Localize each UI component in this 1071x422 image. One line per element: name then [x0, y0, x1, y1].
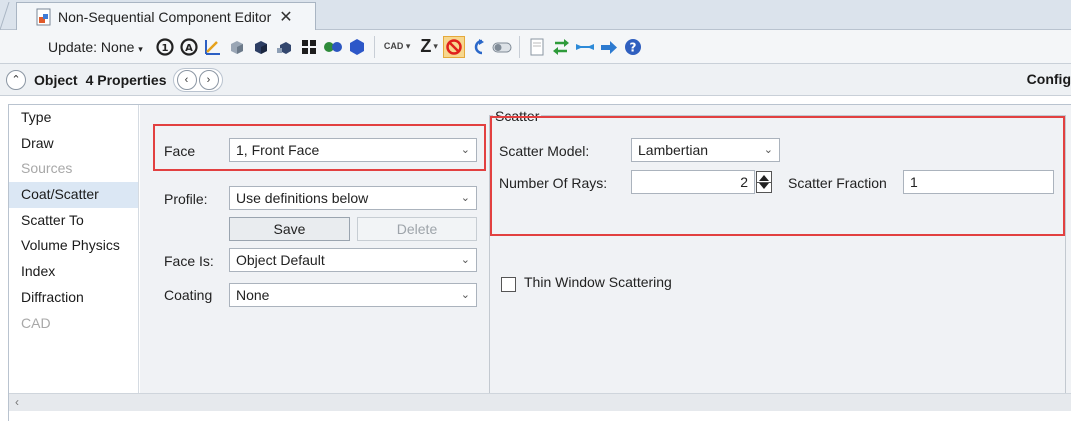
- swap-arrows-icon[interactable]: [550, 36, 572, 58]
- layout-3d-icon[interactable]: [202, 36, 224, 58]
- object-bar: ⌃ Object 4 Properties ‹ › Config: [0, 64, 1071, 96]
- cad-label: CAD: [383, 41, 404, 51]
- toolbar-separator: [518, 35, 520, 58]
- collapse-arrows-icon[interactable]: [574, 36, 596, 58]
- scroll-left-icon[interactable]: ‹: [15, 395, 19, 409]
- solid-cube-icon[interactable]: [250, 36, 272, 58]
- tab-title: Non-Sequential Component Editor: [58, 8, 272, 25]
- sidebar-item-draw[interactable]: Draw: [9, 131, 138, 157]
- svg-text:?: ?: [629, 40, 636, 54]
- update-dropdown[interactable]: Update: None ▾: [48, 39, 143, 55]
- bottom-strip: [9, 411, 1071, 422]
- shaded-model-icon[interactable]: [226, 36, 248, 58]
- properties-panel: Type Draw Sources Coat/Scatter Scatter T…: [8, 104, 1071, 422]
- thin-window-label: Thin Window Scattering: [524, 274, 672, 290]
- close-icon[interactable]: ✕: [279, 7, 292, 27]
- chevron-down-icon: ▾: [433, 41, 438, 51]
- svg-text:A: A: [185, 43, 193, 54]
- properties-label: 4 Properties: [85, 71, 167, 88]
- sidebar-item-cad: CAD: [21, 314, 51, 331]
- help-icon[interactable]: ?: [622, 36, 644, 58]
- profile-label: Profile:: [164, 191, 208, 207]
- prohibit-icon[interactable]: [442, 35, 465, 58]
- refresh-all-icon[interactable]: A: [178, 36, 200, 58]
- coat-scatter-content: Face 1, Front Face ⌄ Profile: Use defini…: [140, 105, 1071, 393]
- chevron-down-icon: ⌄: [460, 192, 470, 204]
- object-label: Object: [34, 71, 78, 88]
- tab-strip: Non-Sequential Component Editor ✕: [0, 0, 1071, 30]
- collapse-up-icon[interactable]: ⌃: [6, 69, 26, 90]
- nav-group: ‹ ›: [172, 67, 223, 92]
- hexagon-icon[interactable]: [346, 36, 368, 58]
- delete-button: Delete: [357, 217, 477, 241]
- sidebar-item-coat-scatter[interactable]: Coat/Scatter: [9, 182, 138, 208]
- right-arrow-icon[interactable]: [598, 36, 620, 58]
- coating-value: None: [236, 287, 270, 303]
- editor-app-icon: [35, 8, 53, 26]
- face-is-value: Object Default: [236, 252, 325, 268]
- update-label: Update: None: [48, 38, 135, 55]
- sidebar-item-index[interactable]: Index: [9, 259, 138, 285]
- scatter-highlight-box: [490, 116, 1065, 236]
- lens-pair-icon[interactable]: [322, 36, 344, 58]
- thin-window-checkbox[interactable]: [501, 277, 516, 292]
- sidebar-item-volume-physics[interactable]: Volume Physics: [9, 233, 138, 259]
- document-icon[interactable]: [526, 36, 548, 58]
- chevron-down-icon: ⌄: [460, 254, 470, 266]
- profile-value: Use definitions below: [236, 190, 369, 206]
- sidebar-item-diffraction[interactable]: Diffraction: [9, 285, 138, 311]
- save-button[interactable]: Save: [229, 217, 350, 241]
- next-icon[interactable]: ›: [198, 69, 219, 90]
- grid-icon[interactable]: [298, 36, 320, 58]
- z-dropdown[interactable]: Z: [420, 36, 431, 57]
- toolbar-separator: [373, 35, 375, 58]
- sidebar-item-sources: Sources: [21, 160, 73, 177]
- sidebar-item-scatter-to[interactable]: Scatter To: [9, 208, 138, 234]
- previous-icon[interactable]: ‹: [176, 69, 197, 90]
- toolbar: Update: None ▾ 1 A CAD ▾ Z ▾ ?: [0, 30, 1071, 64]
- object-viewer-icon[interactable]: [274, 36, 296, 58]
- profile-select[interactable]: Use definitions below ⌄: [229, 186, 477, 210]
- sidebar-item-type[interactable]: Type: [9, 105, 138, 131]
- toggle-icon[interactable]: [491, 36, 513, 58]
- cad-dropdown[interactable]: CAD ▾: [384, 41, 411, 52]
- horizontal-scrollbar[interactable]: ‹: [9, 393, 1071, 411]
- refresh-one-icon[interactable]: 1: [154, 36, 176, 58]
- chevron-down-icon: ⌄: [460, 289, 470, 301]
- tab-editor[interactable]: Non-Sequential Component Editor ✕: [16, 2, 316, 30]
- config-label: Config: [1026, 71, 1071, 87]
- undo-arrow-icon[interactable]: [467, 36, 489, 58]
- coating-select[interactable]: None ⌄: [229, 283, 477, 307]
- coating-label: Coating: [164, 287, 213, 303]
- svg-text:1: 1: [161, 43, 168, 54]
- face-is-select[interactable]: Object Default ⌄: [229, 248, 477, 272]
- face-highlight-box: [153, 124, 486, 171]
- face-is-label: Face Is:: [164, 253, 214, 269]
- property-category-list: Type Draw Sources Coat/Scatter Scatter T…: [9, 105, 139, 393]
